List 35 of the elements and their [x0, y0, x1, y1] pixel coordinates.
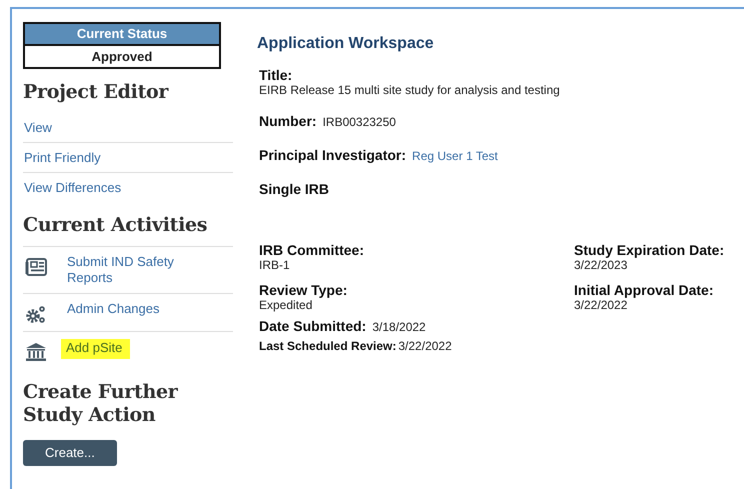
field-label: Single IRB: [259, 181, 330, 197]
field-label: Last Scheduled Review:: [259, 339, 396, 353]
create-button[interactable]: Create...: [23, 440, 117, 466]
activity-link[interactable]: Admin Changes: [67, 300, 197, 316]
editor-link[interactable]: View: [23, 112, 233, 143]
field-label: Initial Approval Date:: [574, 282, 715, 298]
field-value: Expedited: [259, 298, 314, 312]
editor-link[interactable]: View Differences: [23, 172, 233, 202]
field-label: Principal Investigator:: [259, 147, 406, 163]
field-value: IRB-1: [259, 258, 291, 272]
investigator-link[interactable]: Reg User 1 Test: [412, 149, 498, 163]
field-value: IRB00323250: [322, 115, 396, 129]
gears-icon: [25, 304, 47, 324]
activity-link[interactable]: Submit IND Safety Reports: [67, 254, 197, 286]
field-label: Number:: [259, 113, 317, 129]
bank-icon: [25, 342, 47, 362]
field-value: 3/18/2022: [372, 320, 426, 334]
field-label: Review Type:: [259, 282, 348, 298]
field-value: 3/22/2022: [398, 339, 452, 353]
field-value: 3/22/2022: [574, 298, 628, 312]
field-value: 3/22/2023: [574, 258, 628, 272]
field-label: IRB Committee:: [259, 242, 366, 258]
newspaper-icon: [25, 256, 47, 276]
status-value: Approved: [90, 48, 154, 66]
field-value: EIRB Release 15 multi site study for analysis and testing: [259, 83, 560, 97]
activity-link[interactable]: Add pSite: [61, 338, 130, 358]
section-heading: Project Editor: [23, 81, 170, 105]
workspace-heading: Application Workspace: [257, 35, 435, 53]
section-heading: Current Activities: [23, 214, 208, 238]
field-label: Study Expiration Date:: [574, 242, 726, 258]
field-label: Date Submitted:: [259, 318, 366, 334]
status-heading: Current Status: [25, 24, 219, 46]
editor-link[interactable]: Print Friendly: [23, 142, 233, 173]
section-heading: Create Further Study Action: [23, 380, 179, 428]
field-label: Title:: [259, 67, 294, 83]
